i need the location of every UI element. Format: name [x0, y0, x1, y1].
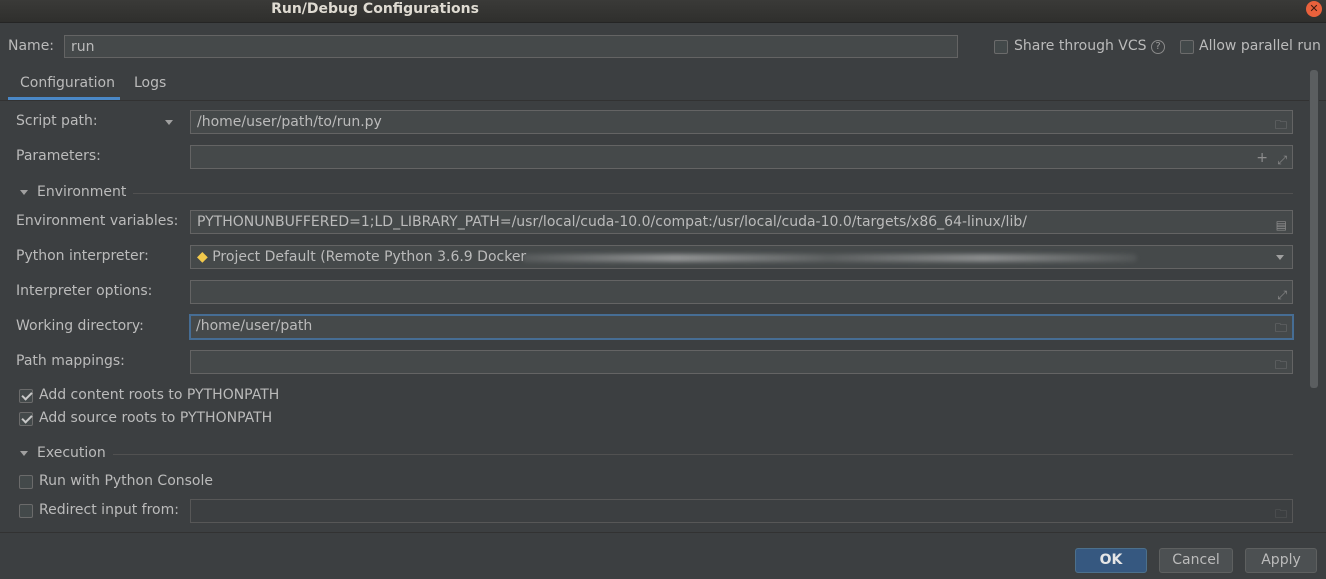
- interpreter-value: Project Default (Remote Python 3.6.9 Doc…: [212, 249, 527, 265]
- plus-icon[interactable]: +: [1256, 147, 1268, 168]
- env-vars-input[interactable]: PYTHONUNBUFFERED=1;LD_LIBRARY_PATH=/usr/…: [190, 210, 1293, 234]
- redirect-input-label: Redirect input from:: [39, 502, 179, 518]
- environment-divider: [133, 193, 1293, 194]
- execution-section-title[interactable]: Execution: [37, 445, 106, 461]
- interpreter-label: Python interpreter:: [16, 248, 149, 264]
- script-path-label: Script path:: [16, 113, 98, 129]
- content-roots-checkbox[interactable]: [19, 389, 33, 403]
- share-vcs-label: Share through VCS: [1014, 38, 1147, 54]
- apply-button[interactable]: Apply: [1245, 548, 1317, 573]
- window-title: Run/Debug Configurations: [271, 1, 479, 17]
- content-roots-label: Add content roots to PYTHONPATH: [39, 387, 280, 403]
- allow-parallel-label: Allow parallel run: [1199, 38, 1321, 54]
- name-label: Name:: [8, 38, 55, 54]
- folder-icon[interactable]: 🗀: [1275, 503, 1287, 522]
- python-console-checkbox[interactable]: [19, 475, 33, 489]
- working-dir-label: Working directory:: [16, 318, 144, 334]
- tab-configuration[interactable]: Configuration: [20, 75, 115, 91]
- close-icon: ✕: [1309, 2, 1319, 15]
- scrollbar[interactable]: [1309, 70, 1319, 530]
- expand-icon[interactable]: ⤢: [1277, 284, 1287, 303]
- expand-icon[interactable]: ⤢: [1277, 149, 1287, 168]
- allow-parallel-checkbox[interactable]: [1180, 40, 1194, 54]
- ok-button[interactable]: OK: [1075, 548, 1147, 573]
- footer-divider: [0, 532, 1326, 533]
- execution-collapse-icon[interactable]: [20, 451, 28, 456]
- redirect-input-field[interactable]: 🗀: [190, 499, 1293, 523]
- redacted-text: [522, 254, 1137, 262]
- redirect-input-checkbox[interactable]: [19, 504, 33, 518]
- folder-icon[interactable]: 🗀: [1275, 354, 1287, 373]
- python-icon: ◆: [197, 249, 208, 265]
- script-path-input[interactable]: /home/user/path/to/run.py 🗀: [190, 110, 1293, 134]
- close-window-button[interactable]: ✕: [1306, 1, 1322, 17]
- folder-icon[interactable]: 🗀: [1275, 114, 1287, 133]
- tab-divider: [0, 100, 1326, 101]
- parameters-input[interactable]: + ⤢: [190, 145, 1293, 169]
- scrollbar-thumb[interactable]: [1310, 70, 1318, 388]
- chevron-down-icon: [1276, 255, 1284, 260]
- script-path-value: /home/user/path/to/run.py: [197, 114, 382, 130]
- path-mappings-input[interactable]: 🗀: [190, 350, 1293, 374]
- help-icon[interactable]: ?: [1151, 40, 1165, 54]
- parameters-label: Parameters:: [16, 148, 101, 164]
- tab-logs[interactable]: Logs: [134, 75, 166, 91]
- name-input[interactable]: run: [64, 35, 958, 58]
- execution-divider: [113, 454, 1293, 455]
- interpreter-options-input[interactable]: ⤢: [190, 280, 1293, 304]
- cancel-button[interactable]: Cancel: [1159, 548, 1233, 573]
- python-console-label: Run with Python Console: [39, 473, 214, 489]
- source-roots-checkbox[interactable]: [19, 412, 33, 426]
- document-icon[interactable]: ▤: [1276, 214, 1287, 233]
- working-dir-value: /home/user/path: [196, 318, 313, 334]
- env-vars-label: Environment variables:: [16, 213, 179, 229]
- env-vars-value: PYTHONUNBUFFERED=1;LD_LIBRARY_PATH=/usr/…: [197, 214, 1027, 230]
- environment-section-title[interactable]: Environment: [37, 184, 126, 200]
- interpreter-options-label: Interpreter options:: [16, 283, 153, 299]
- path-mappings-label: Path mappings:: [16, 353, 125, 369]
- working-dir-input[interactable]: /home/user/path 🗀: [189, 314, 1294, 340]
- source-roots-label: Add source roots to PYTHONPATH: [39, 410, 273, 426]
- folder-icon[interactable]: 🗀: [1275, 318, 1287, 338]
- title-bar: Run/Debug Configurations ✕: [0, 0, 1326, 23]
- script-path-dropdown-icon[interactable]: [165, 120, 173, 125]
- share-vcs-checkbox[interactable]: [994, 40, 1008, 54]
- environment-collapse-icon[interactable]: [20, 190, 28, 195]
